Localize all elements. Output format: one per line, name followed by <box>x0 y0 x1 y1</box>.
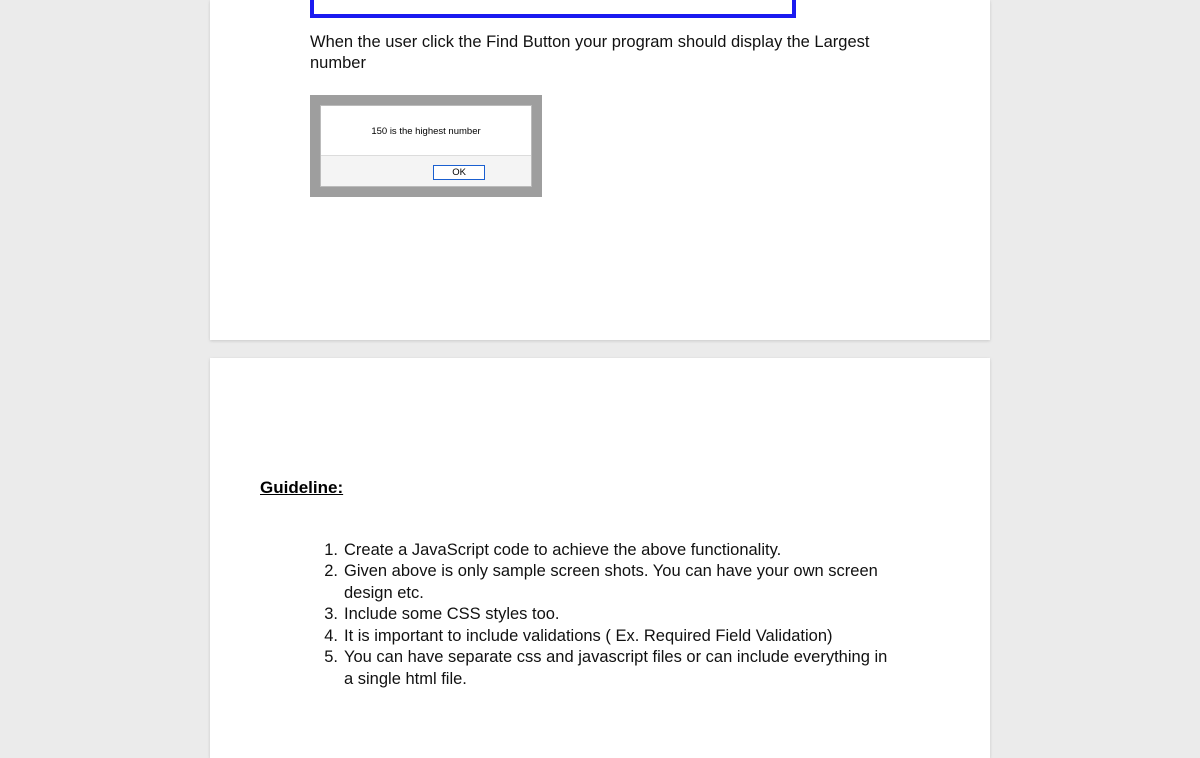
list-text: Given above is only sample screen shots.… <box>344 561 900 604</box>
dialog-window: 150 is the highest number OK <box>320 105 532 187</box>
list-text: It is important to include validations (… <box>344 626 900 647</box>
instruction-text: When the user click the Find Button your… <box>310 32 870 75</box>
list-number: 1. <box>320 540 344 561</box>
page-gap <box>0 340 1200 358</box>
list-number: 4. <box>320 626 344 647</box>
form-container: Find ! <box>310 0 796 18</box>
guideline-heading: Guideline: <box>260 478 940 498</box>
list-text: Create a JavaScript code to achieve the … <box>344 540 900 561</box>
guideline-list: 1. Create a JavaScript code to achieve t… <box>320 540 900 690</box>
ok-button[interactable]: OK <box>433 165 485 180</box>
list-item: 2. Given above is only sample screen sho… <box>320 561 900 604</box>
list-item: 1. Create a JavaScript code to achieve t… <box>320 540 900 561</box>
dialog-message: 150 is the highest number <box>321 106 531 155</box>
list-number: 2. <box>320 561 344 604</box>
dialog-screenshot: 150 is the highest number OK <box>310 95 542 197</box>
document-page-1: Find ! When the user click the Find Butt… <box>210 0 990 340</box>
list-item: 4. It is important to include validation… <box>320 626 900 647</box>
list-item: 3. Include some CSS styles too. <box>320 604 900 625</box>
list-number: 3. <box>320 604 344 625</box>
dialog-footer: OK <box>321 155 531 186</box>
document-page-2: Guideline: 1. Create a JavaScript code t… <box>210 358 990 758</box>
list-text: Include some CSS styles too. <box>344 604 900 625</box>
